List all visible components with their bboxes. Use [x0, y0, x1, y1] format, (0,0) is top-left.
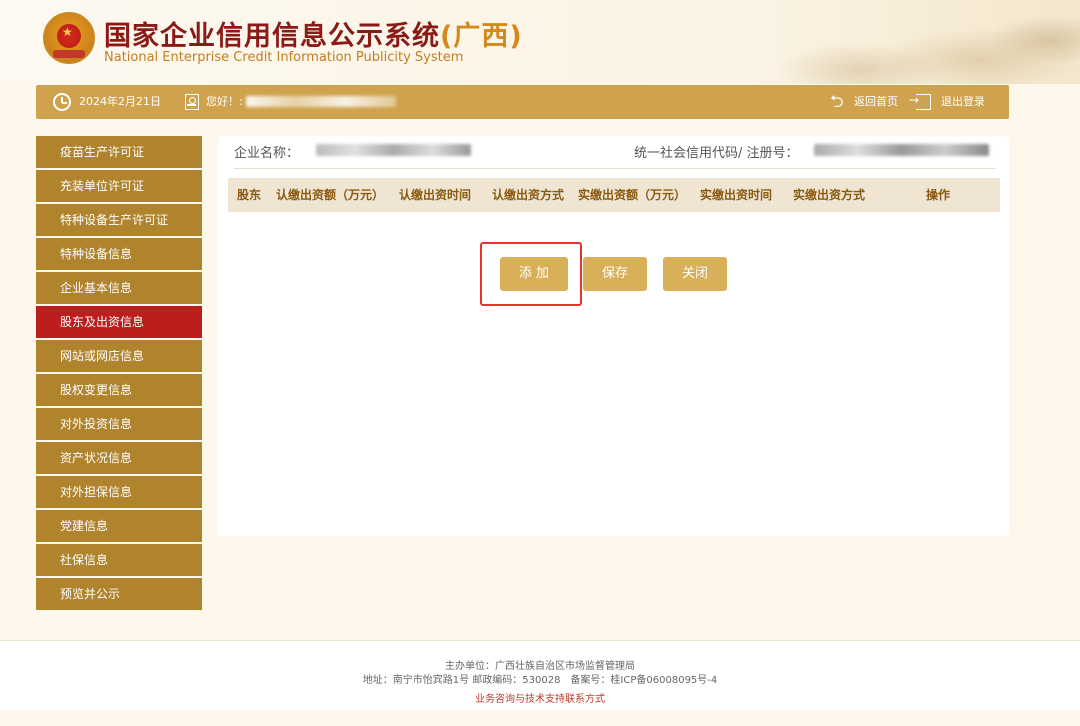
sidebar-item-vaccine-license[interactable]: 疫苗生产许可证	[36, 136, 202, 168]
save-button[interactable]: 保存	[583, 257, 647, 291]
sidebar-item-social-security[interactable]: 社保信息	[36, 544, 202, 576]
site-title-cn: 国家企业信用信息公示系统(广西)	[104, 14, 523, 53]
current-date: 2024年2月21日	[79, 95, 161, 108]
footer-address: 地址：南宁市怡宾路1号 邮政编码：530028 备案号：桂ICP备0600809…	[362, 675, 718, 686]
logout-link[interactable]: 退出登录	[941, 85, 985, 119]
col-paid-time: 实缴出资时间	[700, 188, 773, 202]
back-home-link[interactable]: 返回首页	[854, 85, 898, 119]
col-paid-amount: 实缴出资额（万元）	[578, 188, 687, 202]
star-icon: ★	[62, 25, 73, 39]
credit-code-label: 统一社会信用代码/ 注册号：	[634, 146, 799, 161]
col-shareholder: 股东	[237, 188, 262, 202]
sidebar-item-equity-change[interactable]: 股权变更信息	[36, 374, 202, 406]
user-icon	[185, 94, 199, 110]
sidebar-item-party-building[interactable]: 党建信息	[36, 510, 202, 542]
sidebar-item-investment[interactable]: 对外投资信息	[36, 408, 202, 440]
company-name-label: 企业名称：	[234, 146, 300, 161]
sidebar-item-website[interactable]: 网站或网店信息	[36, 340, 202, 372]
col-actions: 操作	[926, 188, 951, 202]
footer-sponsor: 主办单位：广西壮族自治区市场监督管理局	[445, 661, 635, 672]
sidebar-item-shareholders[interactable]: 股东及出资信息	[36, 306, 202, 338]
sidebar-item-preview-publish[interactable]: 预览并公示	[36, 578, 202, 610]
top-bar: 2024年2月21日 您好！: ⮌ 返回首页 退出登录	[36, 85, 1009, 119]
main-panel: 企业名称： 统一社会信用代码/ 注册号： 股东 认缴出资额（万元） 认缴出资时间…	[218, 136, 1009, 536]
greeting-text: 您好！:	[206, 95, 243, 108]
site-footer: 主办单位：广西壮族自治区市场监督管理局 地址：南宁市怡宾路1号 邮政编码：530…	[0, 640, 1080, 710]
sidebar-item-assets[interactable]: 资产状况信息	[36, 442, 202, 474]
site-title-en: National Enterprise Credit Information P…	[104, 50, 464, 65]
logout-icon[interactable]	[909, 93, 931, 110]
site-title-region: (广西)	[440, 21, 523, 52]
col-subscribed-method: 认缴出资方式	[492, 188, 565, 202]
clock-icon	[53, 93, 71, 111]
sidebar-item-filling-license[interactable]: 充装单位许可证	[36, 170, 202, 202]
close-button[interactable]: 关闭	[663, 257, 727, 291]
sidebar-item-special-equipment-info[interactable]: 特种设备信息	[36, 238, 202, 270]
redacted-username	[246, 96, 396, 107]
redacted-credit-code	[814, 144, 989, 156]
col-subscribed-time: 认缴出资时间	[399, 188, 472, 202]
col-paid-method: 实缴出资方式	[793, 188, 866, 202]
sidebar-item-special-equipment-license[interactable]: 特种设备生产许可证	[36, 204, 202, 236]
sidebar-item-basic-info[interactable]: 企业基本信息	[36, 272, 202, 304]
site-title-text: 国家企业信用信息公示系统	[104, 21, 440, 52]
emblem-ribbon	[53, 50, 85, 58]
back-arrow-icon[interactable]: ⮌	[830, 91, 844, 113]
redacted-company-name	[316, 144, 471, 156]
company-info-row: 企业名称： 统一社会信用代码/ 注册号：	[234, 136, 996, 169]
sidebar-item-guarantee[interactable]: 对外担保信息	[36, 476, 202, 508]
mountain-decoration	[780, 0, 1080, 84]
table-header-row: 股东 认缴出资额（万元） 认缴出资时间 认缴出资方式 实缴出资额（万元） 实缴出…	[228, 178, 1000, 212]
national-emblem-icon: ★	[43, 12, 95, 64]
footer-contact-link[interactable]: 业务咨询与技术支持联系方式	[0, 690, 1080, 705]
col-subscribed-amount: 认缴出资额（万元）	[276, 188, 385, 202]
sidebar-nav: 疫苗生产许可证 充装单位许可证 特种设备生产许可证 特种设备信息 企业基本信息 …	[36, 136, 202, 612]
add-button[interactable]: 添 加	[500, 257, 568, 291]
site-header: ★ 国家企业信用信息公示系统(广西) National Enterprise C…	[0, 0, 1080, 84]
